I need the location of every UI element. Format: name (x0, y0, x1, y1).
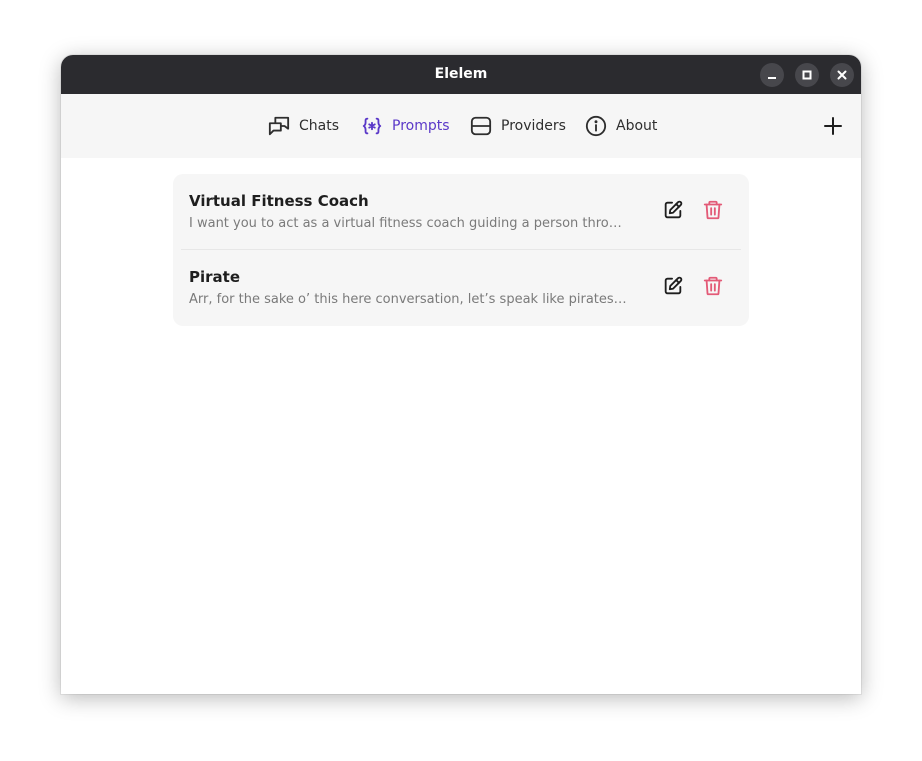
delete-button[interactable] (701, 198, 725, 222)
tab-chats-label: Chats (299, 118, 340, 134)
prompt-title: Virtual Fitness Coach (189, 192, 369, 210)
toolbar: Chats Prompts Providers About (61, 94, 861, 158)
edit-button[interactable] (661, 198, 685, 222)
add-prompt-button[interactable] (821, 114, 845, 138)
prompt-preview: I want you to act as a virtual fitness c… (189, 216, 629, 231)
tab-chats[interactable]: Chats (268, 94, 339, 158)
tab-about-label: About (616, 118, 658, 134)
app-window: Elelem Chats Prompts Providers About Vir… (61, 55, 861, 694)
trash-icon (703, 276, 723, 296)
maximize-icon (802, 70, 812, 80)
title-bar[interactable]: Elelem (61, 55, 861, 94)
edit-button[interactable] (661, 274, 685, 298)
tab-providers-label: Providers (501, 118, 566, 134)
chats-icon (268, 116, 290, 136)
prompts-icon (362, 117, 382, 135)
window-title: Elelem (434, 66, 488, 82)
trash-icon (703, 200, 723, 220)
prompt-list: Virtual Fitness Coach I want you to act … (173, 174, 749, 326)
minimize-button[interactable] (760, 63, 784, 87)
delete-button[interactable] (701, 274, 725, 298)
maximize-button[interactable] (795, 63, 819, 87)
list-item[interactable]: Pirate Arr, for the sake o’ this here co… (173, 250, 749, 325)
minimize-icon (768, 77, 776, 79)
plus-icon (824, 117, 842, 135)
tab-prompts-label: Prompts (392, 118, 450, 134)
edit-icon (664, 276, 683, 295)
prompt-title: Pirate (189, 268, 240, 286)
close-button[interactable] (830, 63, 854, 87)
tab-about[interactable]: About (585, 94, 657, 158)
tab-prompts[interactable]: Prompts (361, 94, 450, 158)
close-icon (837, 70, 847, 80)
prompt-preview: Arr, for the sake o’ this here conversat… (189, 292, 629, 307)
list-item[interactable]: Virtual Fitness Coach I want you to act … (173, 174, 749, 249)
edit-icon (664, 200, 683, 219)
tab-providers[interactable]: Providers (470, 94, 566, 158)
info-icon (585, 115, 607, 137)
providers-icon (470, 116, 492, 136)
